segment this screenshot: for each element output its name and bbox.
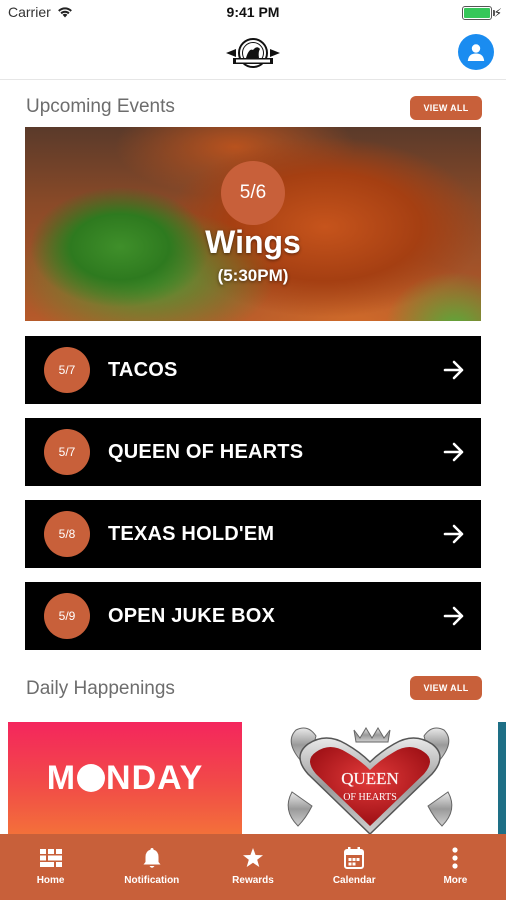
- event-name: QUEEN OF HEARTS: [108, 440, 304, 463]
- tab-label: Home: [36, 875, 65, 886]
- event-row-tacos[interactable]: 5/7 TACOS: [25, 336, 481, 404]
- daily-view-all-button[interactable]: VIEW ALL: [410, 676, 482, 700]
- featured-event-date-badge: 5/6: [221, 161, 285, 225]
- featured-event-card[interactable]: 5/6 Wings (5:30PM): [25, 127, 481, 321]
- daily-card-partial[interactable]: [498, 722, 506, 834]
- tab-label: Calendar: [332, 875, 376, 886]
- bottom-tab-bar: Home Notification Rewards Calendar More: [0, 834, 506, 900]
- event-row-texas-holdem[interactable]: 5/8 TEXAS HOLD'EM: [25, 500, 481, 568]
- home-grid-icon: [39, 846, 63, 870]
- event-date-badge: 5/7: [44, 429, 90, 475]
- tab-home[interactable]: Home: [0, 834, 101, 900]
- status-time: 9:41 PM: [226, 4, 280, 20]
- event-name: TACOS: [108, 358, 178, 381]
- star-icon: [241, 846, 265, 870]
- event-date-badge: 5/8: [44, 511, 90, 557]
- event-date-badge: 5/9: [44, 593, 90, 639]
- arrow-right-icon: [443, 442, 464, 462]
- event-name: OPEN JUKE BOX: [108, 604, 276, 627]
- monday-text-start: M: [46, 758, 77, 797]
- event-row-open-juke-box[interactable]: 5/9 OPEN JUKE BOX: [25, 582, 481, 650]
- featured-event-title: Wings: [205, 224, 301, 260]
- battery-icon: [462, 6, 495, 20]
- event-date-badge: 5/7: [44, 347, 90, 393]
- monday-o-circle: [77, 764, 106, 792]
- tab-notification[interactable]: Notification: [101, 834, 202, 900]
- event-name: TEXAS HOLD'EM: [108, 522, 275, 545]
- app-logo: [226, 38, 280, 68]
- tab-label: Notification: [124, 875, 180, 886]
- monday-logo: M NDAY: [47, 759, 204, 798]
- charging-bolt-icon: ⚡: [493, 6, 502, 20]
- queen-card-line2: OF HEARTS: [343, 792, 397, 803]
- status-bar: Carrier 9:41 PM ⚡: [0, 0, 506, 26]
- queen-of-hearts-emblem: QUEEN OF HEARTS: [287, 727, 453, 834]
- arrow-right-icon: [443, 606, 464, 626]
- user-icon: [467, 44, 485, 61]
- bell-icon: [140, 846, 164, 870]
- daily-card-monday[interactable]: M NDAY: [8, 722, 242, 834]
- upcoming-view-all-button[interactable]: VIEW ALL: [410, 96, 482, 120]
- more-vertical-icon: [443, 846, 467, 870]
- arrow-right-icon: [443, 360, 464, 380]
- featured-event-time: (5:30PM): [217, 266, 289, 285]
- tab-more[interactable]: More: [405, 834, 506, 900]
- tab-label: Rewards: [232, 875, 274, 886]
- monday-text-end: NDAY: [106, 758, 204, 797]
- tab-label: More: [443, 875, 468, 886]
- tab-calendar[interactable]: Calendar: [304, 834, 405, 900]
- app-header: [0, 26, 506, 80]
- daily-happenings-title: Daily Happenings: [26, 678, 175, 699]
- arrow-right-icon: [443, 524, 464, 544]
- tab-rewards[interactable]: Rewards: [202, 834, 303, 900]
- upcoming-events-title: Upcoming Events: [26, 96, 175, 117]
- daily-card-queen-of-hearts[interactable]: QUEEN OF HEARTS: [242, 722, 498, 834]
- profile-button[interactable]: [458, 34, 494, 70]
- queen-card-line1: QUEEN: [341, 769, 399, 788]
- calendar-icon: [342, 846, 366, 870]
- event-row-queen-of-hearts[interactable]: 5/7 QUEEN OF HEARTS: [25, 418, 481, 486]
